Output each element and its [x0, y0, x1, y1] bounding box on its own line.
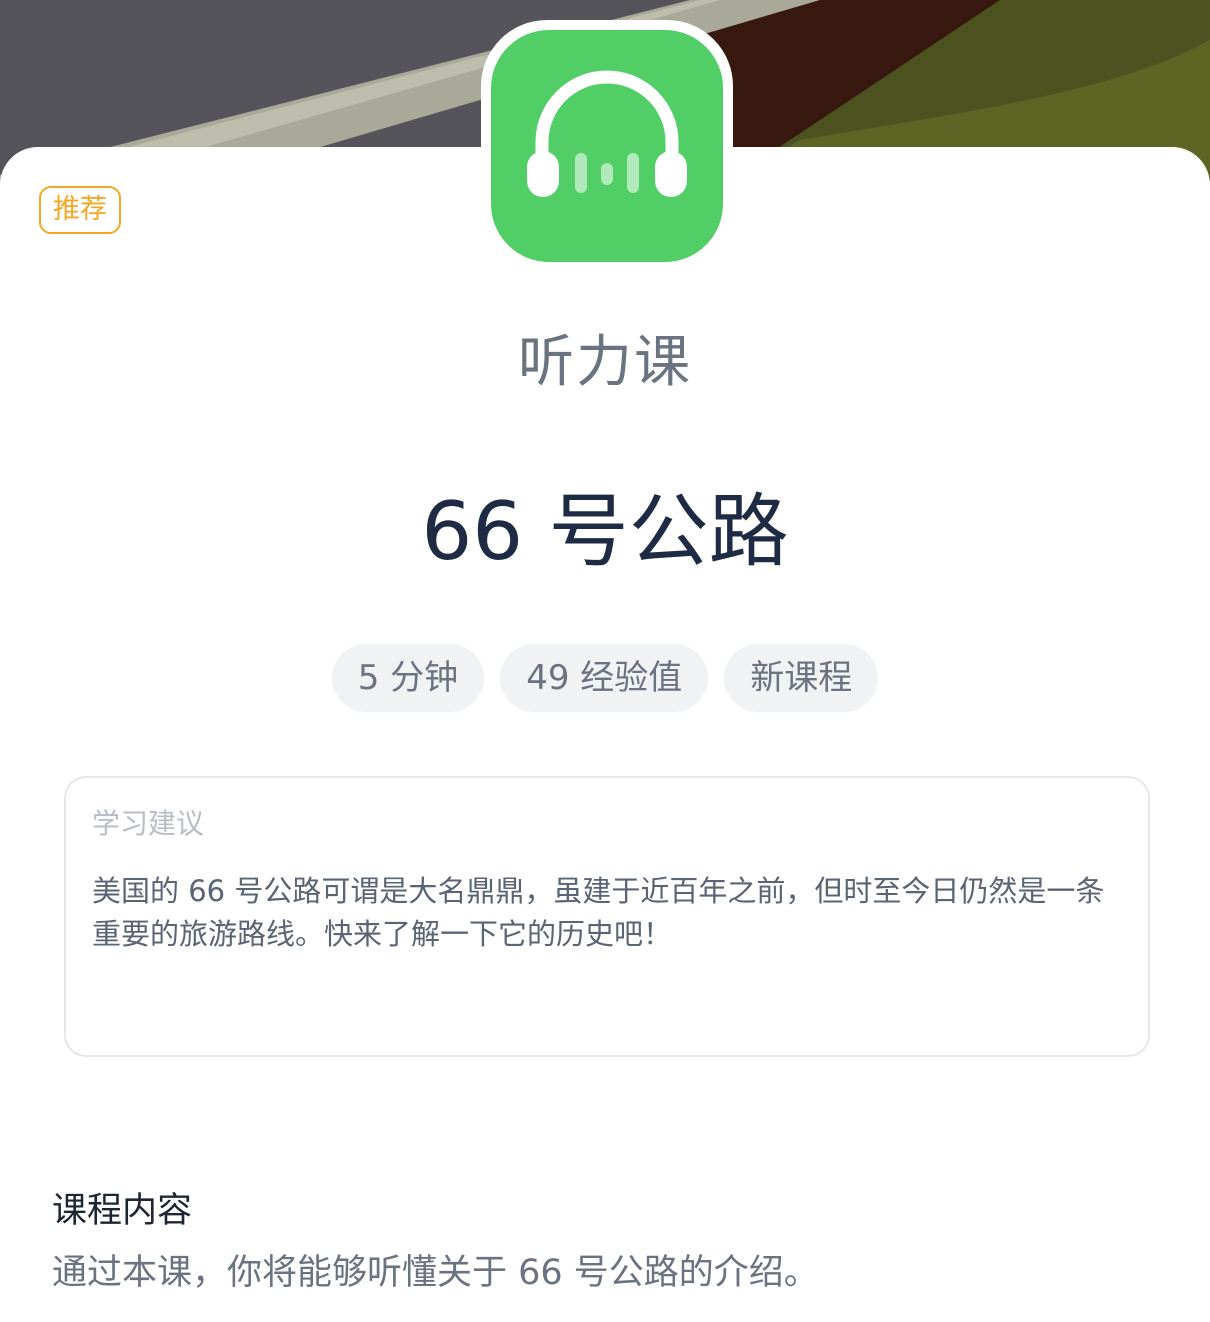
course-type-label: 听力课 — [518, 330, 692, 395]
course-content-heading: 课程内容 — [52, 1191, 193, 1231]
course-content-description: 通过本课，你将能够听懂关于 66 号公路的介绍。 — [52, 1253, 819, 1293]
course-title: 66 号公路 — [421, 485, 789, 578]
recommended-badge: 推荐 — [39, 186, 121, 234]
study-advice-label: 学习建议 — [92, 807, 205, 840]
course-detail-page: 推荐 听力课 66 号公路 5 分钟 49 经验值 新课程 学习建议 美国的 6… — [0, 0, 1210, 1322]
study-advice-box: 学习建议 美国的 66 号公路可谓是大名鼎鼎，虽建于近百年之前，但时至今日仍然是… — [64, 776, 1150, 1057]
course-icon-frame — [481, 20, 733, 272]
experience-points-chip: 49 经验值 — [500, 644, 709, 712]
duration-chip: 5 分钟 — [331, 644, 485, 712]
headphones-icon — [491, 30, 723, 262]
course-card — [0, 147, 1210, 1322]
new-course-chip: 新课程 — [724, 644, 879, 712]
course-meta-chips: 5 分钟 49 经验值 新课程 — [0, 644, 1210, 712]
study-advice-text: 美国的 66 号公路可谓是大名鼎鼎，虽建于近百年之前，但时至今日仍然是一条重要的… — [92, 874, 1105, 951]
